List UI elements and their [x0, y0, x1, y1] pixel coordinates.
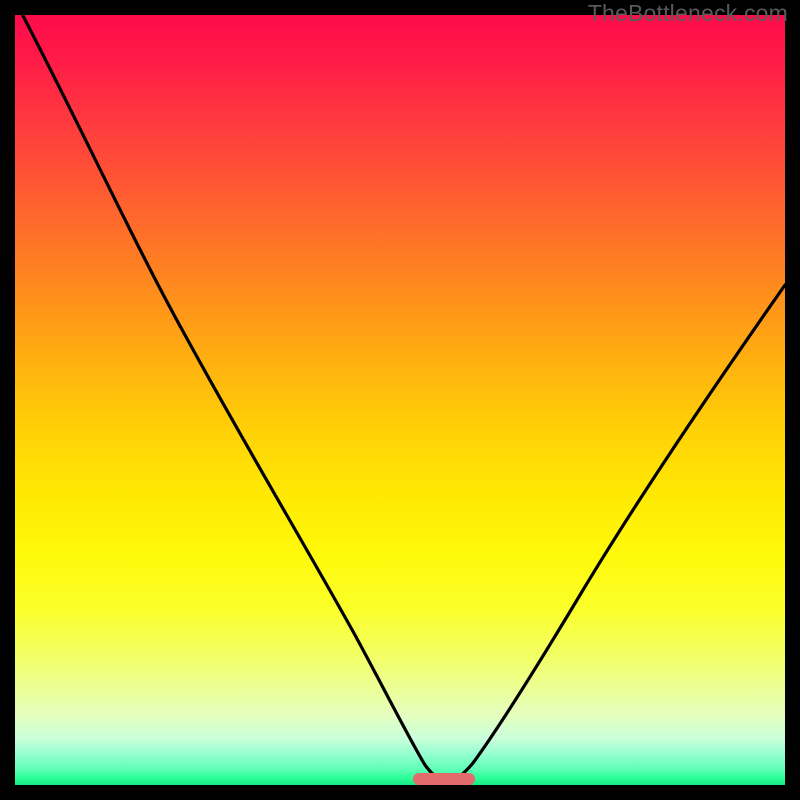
curve-path	[20, 10, 785, 781]
optimal-range-marker	[413, 773, 475, 785]
plot-area	[15, 15, 785, 785]
watermark-text: TheBottleneck.com	[588, 0, 788, 27]
bottleneck-curve	[15, 15, 785, 785]
chart-frame: TheBottleneck.com	[0, 0, 800, 800]
